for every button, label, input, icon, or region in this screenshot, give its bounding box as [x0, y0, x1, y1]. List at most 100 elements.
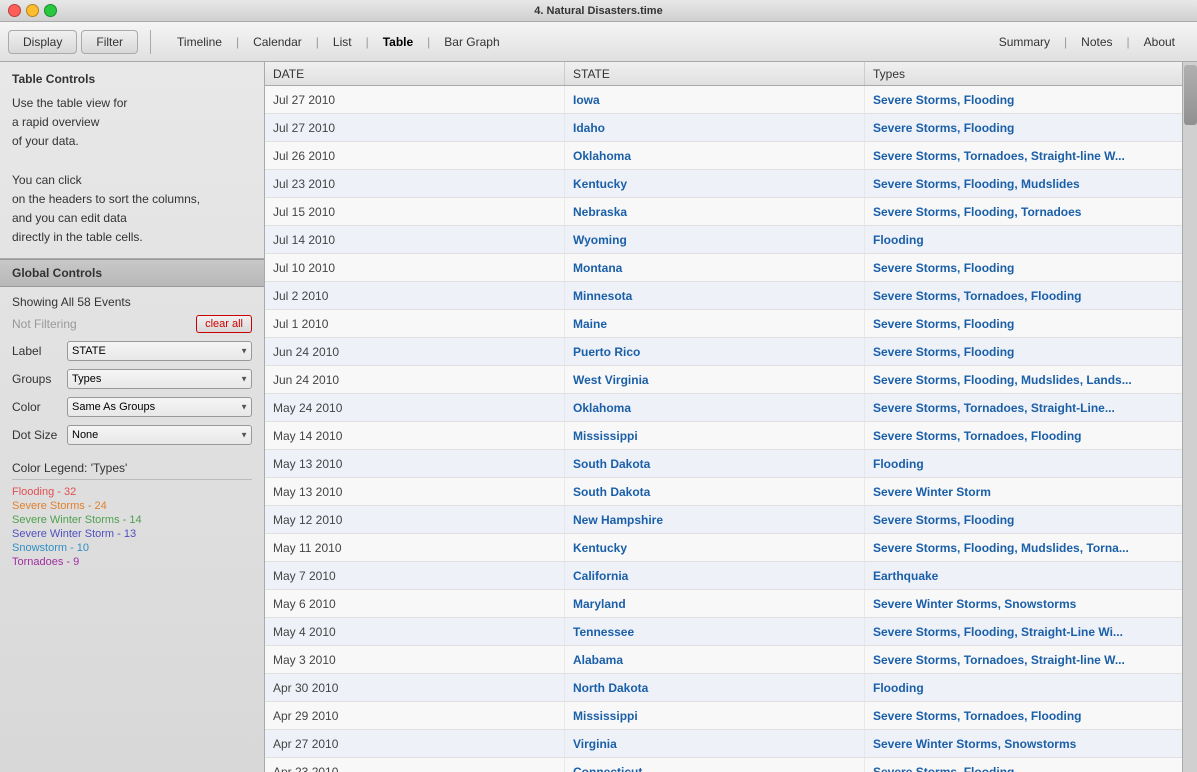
- dotsize-select[interactable]: None: [67, 425, 252, 445]
- cell-types: Severe Storms, Flooding, Mudslides: [865, 170, 1197, 197]
- cell-date: May 6 2010: [265, 590, 565, 617]
- table-row[interactable]: Apr 23 2010 Connecticut Severe Storms, F…: [265, 758, 1197, 772]
- cell-types: Severe Storms, Flooding: [865, 86, 1197, 113]
- cell-date: Apr 23 2010: [265, 758, 565, 772]
- cell-state: Montana: [565, 254, 865, 281]
- cell-types: Earthquake: [865, 562, 1197, 589]
- table-row[interactable]: Jul 27 2010 Iowa Severe Storms, Flooding: [265, 86, 1197, 114]
- table-area: DATE STATE Types Jul 27 2010 Iowa Severe…: [265, 62, 1197, 772]
- cell-date: Jul 27 2010: [265, 86, 565, 113]
- legend-item-flooding: Flooding - 32: [12, 486, 252, 498]
- main-layout: Table Controls Use the table view for a …: [0, 62, 1197, 772]
- table-body: Jul 27 2010 Iowa Severe Storms, Flooding…: [265, 86, 1197, 772]
- filter-button[interactable]: Filter: [81, 30, 138, 54]
- cell-state: Wyoming: [565, 226, 865, 253]
- table-row[interactable]: Jul 15 2010 Nebraska Severe Storms, Floo…: [265, 198, 1197, 226]
- cell-date: May 11 2010: [265, 534, 565, 561]
- tab-table[interactable]: Table: [369, 31, 427, 53]
- table-row[interactable]: May 7 2010 California Earthquake: [265, 562, 1197, 590]
- cell-state: West Virginia: [565, 366, 865, 393]
- cell-date: Jul 27 2010: [265, 114, 565, 141]
- cell-date: Jul 15 2010: [265, 198, 565, 225]
- filter-row: Not Filtering clear all: [12, 315, 252, 333]
- tab-about[interactable]: About: [1130, 31, 1189, 53]
- table-row[interactable]: May 4 2010 Tennessee Severe Storms, Floo…: [265, 618, 1197, 646]
- cell-state: Oklahoma: [565, 394, 865, 421]
- cell-date: Jul 26 2010: [265, 142, 565, 169]
- table-row[interactable]: Apr 27 2010 Virginia Severe Winter Storm…: [265, 730, 1197, 758]
- column-header-state[interactable]: STATE: [565, 62, 865, 85]
- table-row[interactable]: Jun 24 2010 West Virginia Severe Storms,…: [265, 366, 1197, 394]
- table-row[interactable]: May 11 2010 Kentucky Severe Storms, Floo…: [265, 534, 1197, 562]
- table-row[interactable]: Jul 14 2010 Wyoming Flooding: [265, 226, 1197, 254]
- column-header-types[interactable]: Types: [865, 62, 1197, 85]
- cell-state: California: [565, 562, 865, 589]
- table-row[interactable]: Jun 24 2010 Puerto Rico Severe Storms, F…: [265, 338, 1197, 366]
- table-row[interactable]: Jul 1 2010 Maine Severe Storms, Flooding: [265, 310, 1197, 338]
- showing-label: Showing All 58 Events: [12, 295, 252, 309]
- tab-bargraph[interactable]: Bar Graph: [430, 31, 513, 53]
- label-select[interactable]: STATE: [67, 341, 252, 361]
- cell-state: Idaho: [565, 114, 865, 141]
- scrollbar-thumb[interactable]: [1184, 65, 1197, 125]
- table-row[interactable]: Jul 10 2010 Montana Severe Storms, Flood…: [265, 254, 1197, 282]
- display-button[interactable]: Display: [8, 30, 77, 54]
- vertical-scrollbar[interactable]: [1182, 62, 1197, 772]
- table-row[interactable]: Jul 23 2010 Kentucky Severe Storms, Floo…: [265, 170, 1197, 198]
- cell-state: Virginia: [565, 730, 865, 757]
- table-row[interactable]: May 13 2010 South Dakota Flooding: [265, 450, 1197, 478]
- table-row[interactable]: May 6 2010 Maryland Severe Winter Storms…: [265, 590, 1197, 618]
- cell-types: Severe Storms, Flooding, Mudslides, Land…: [865, 366, 1197, 393]
- cell-types: Severe Storms, Tornadoes, Straight-line …: [865, 142, 1197, 169]
- cell-date: May 3 2010: [265, 646, 565, 673]
- tab-notes[interactable]: Notes: [1067, 31, 1126, 53]
- toolbar-left: Display Filter: [0, 30, 146, 54]
- label-control-row: Label STATE: [12, 341, 252, 361]
- cell-date: May 14 2010: [265, 422, 565, 449]
- color-select[interactable]: Same As Groups: [67, 397, 252, 417]
- toolbar-divider: [150, 30, 151, 54]
- table-row[interactable]: May 14 2010 Mississippi Severe Storms, T…: [265, 422, 1197, 450]
- table-row[interactable]: Apr 29 2010 Mississippi Severe Storms, T…: [265, 702, 1197, 730]
- tab-timeline[interactable]: Timeline: [163, 31, 236, 53]
- cell-state: Connecticut: [565, 758, 865, 772]
- table-row[interactable]: May 12 2010 New Hampshire Severe Storms,…: [265, 506, 1197, 534]
- tab-summary[interactable]: Summary: [985, 31, 1064, 53]
- clear-all-button[interactable]: clear all: [196, 315, 252, 333]
- cell-date: May 13 2010: [265, 478, 565, 505]
- cell-state: Mississippi: [565, 422, 865, 449]
- cell-state: Kentucky: [565, 170, 865, 197]
- cell-date: Apr 30 2010: [265, 674, 565, 701]
- groups-select[interactable]: Types: [67, 369, 252, 389]
- table-controls-section: Table Controls Use the table view for a …: [0, 62, 264, 258]
- cell-types: Severe Storms, Flooding: [865, 338, 1197, 365]
- table-row[interactable]: May 13 2010 South Dakota Severe Winter S…: [265, 478, 1197, 506]
- table-row[interactable]: Jul 2 2010 Minnesota Severe Storms, Torn…: [265, 282, 1197, 310]
- cell-date: Jun 24 2010: [265, 366, 565, 393]
- column-header-date[interactable]: DATE: [265, 62, 565, 85]
- table-header: DATE STATE Types: [265, 62, 1197, 86]
- cell-types: Severe Storms, Tornadoes, Straight-Line.…: [865, 394, 1197, 421]
- sidebar: Table Controls Use the table view for a …: [0, 62, 265, 772]
- table-row[interactable]: May 24 2010 Oklahoma Severe Storms, Torn…: [265, 394, 1197, 422]
- maximize-button[interactable]: [44, 4, 57, 17]
- table-row[interactable]: Jul 27 2010 Idaho Severe Storms, Floodin…: [265, 114, 1197, 142]
- cell-types: Severe Winter Storms, Snowstorms: [865, 730, 1197, 757]
- tab-list[interactable]: List: [319, 31, 366, 53]
- cell-types: Flooding: [865, 674, 1197, 701]
- cell-types: Severe Winter Storm: [865, 478, 1197, 505]
- cell-types: Severe Storms, Flooding, Tornadoes: [865, 198, 1197, 225]
- minimize-button[interactable]: [26, 4, 39, 17]
- table-row[interactable]: May 3 2010 Alabama Severe Storms, Tornad…: [265, 646, 1197, 674]
- dotsize-select-wrapper: None: [67, 425, 252, 445]
- filter-text: Not Filtering: [12, 317, 196, 331]
- table-row[interactable]: Apr 30 2010 North Dakota Flooding: [265, 674, 1197, 702]
- cell-date: Jul 10 2010: [265, 254, 565, 281]
- cell-state: Mississippi: [565, 702, 865, 729]
- close-button[interactable]: [8, 4, 21, 17]
- cell-date: May 24 2010: [265, 394, 565, 421]
- toolbar-tabs: Timeline | Calendar | List | Table | Bar…: [155, 31, 522, 53]
- tab-calendar[interactable]: Calendar: [239, 31, 316, 53]
- cell-types: Severe Storms, Flooding: [865, 506, 1197, 533]
- table-row[interactable]: Jul 26 2010 Oklahoma Severe Storms, Torn…: [265, 142, 1197, 170]
